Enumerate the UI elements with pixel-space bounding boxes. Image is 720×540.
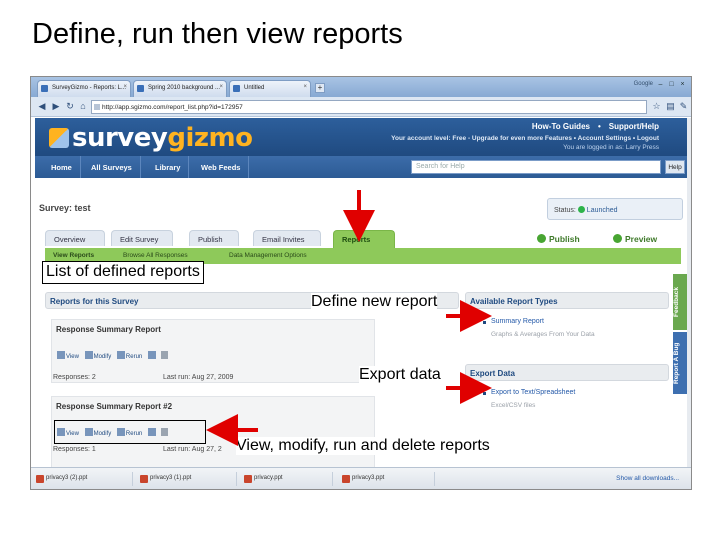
logged-in-text: You are logged in as: Larry Press	[563, 144, 659, 151]
survey-title: Survey: test	[39, 203, 91, 213]
annotation-define-new-report: Define new report	[311, 293, 438, 311]
close-icon[interactable]: ×	[219, 84, 223, 90]
show-all-downloads-link[interactable]: Show all downloads...	[616, 475, 679, 482]
ppt-file-icon	[36, 475, 44, 483]
ppt-file-icon	[342, 475, 350, 483]
browser-tab-untitled[interactable]: Untitled ×	[229, 80, 311, 97]
favicon-icon	[233, 85, 240, 92]
annotation-export-data: Export data	[359, 366, 441, 384]
survey-tabs: Overview Edit Survey Publish Email Invit…	[45, 230, 445, 248]
browser-tab-spring[interactable]: Spring 2010 background ... ×	[133, 80, 227, 97]
subnav-browse-responses[interactable]: Browse All Responses	[123, 252, 188, 259]
preview-icon	[613, 234, 622, 243]
bullet-icon	[483, 392, 486, 395]
surveygizmo-logo[interactable]: surveygizmo	[49, 123, 253, 153]
favicon-icon	[41, 85, 48, 92]
nav-library[interactable]: Library	[147, 156, 190, 178]
preview-action[interactable]: Preview	[613, 234, 657, 244]
summary-report-link[interactable]: Summary Report	[491, 318, 544, 325]
minimize-icon[interactable]: –	[656, 80, 665, 89]
download-item[interactable]: privacy3 (2).ppt	[35, 472, 133, 486]
report-bug-tab[interactable]: Report A Bug	[673, 332, 687, 394]
favicon-icon	[137, 85, 144, 92]
support-help-link[interactable]: Support/Help	[609, 122, 659, 131]
page-menu-icon[interactable]: ▤	[665, 101, 676, 112]
annotation-operations: View, modify, run and delete reports	[236, 437, 490, 455]
report-1-ops: View Modify Rerun	[57, 351, 168, 360]
report-2-last-run: Last run: Aug 27, 2	[163, 446, 222, 453]
status-box: Status: Launched	[547, 198, 683, 220]
publish-icon	[537, 234, 546, 243]
logo-icon	[49, 128, 69, 148]
header-links: How-To Guides • Support/Help	[531, 122, 659, 131]
home-icon[interactable]: ⌂	[78, 101, 88, 112]
view-button[interactable]: View	[66, 354, 79, 360]
export-data-header: Export Data	[465, 364, 669, 381]
address-bar-row: ◀ ▶ ↻ ⌂ http://app.sgizmo.com/report_lis…	[31, 97, 691, 117]
copy-icon[interactable]	[147, 351, 156, 359]
report-name[interactable]: Response Summary Report #2	[56, 402, 172, 411]
url-field[interactable]: http://app.sgizmo.com/report_list.php?id…	[91, 100, 647, 114]
close-window-icon[interactable]: ×	[678, 80, 687, 89]
ppt-file-icon	[244, 475, 252, 483]
status-dot-icon	[577, 206, 585, 213]
view-icon	[57, 351, 65, 359]
subnav-view-reports[interactable]: View Reports	[53, 252, 94, 259]
feedback-tab[interactable]: Feedback	[673, 274, 687, 330]
ppt-file-icon	[140, 475, 148, 483]
maximize-icon[interactable]: □	[667, 80, 676, 89]
account-line[interactable]: Your account level: Free - Upgrade for e…	[391, 135, 659, 142]
download-item[interactable]: privacy3.ppt	[341, 472, 435, 486]
reload-icon[interactable]: ↻	[65, 101, 75, 112]
star-icon[interactable]: ☆	[651, 101, 662, 112]
modify-button[interactable]: Modify	[94, 354, 112, 360]
publish-action[interactable]: Publish	[537, 234, 580, 244]
downloads-bar: privacy3 (2).ppt privacy3 (1).ppt privac…	[31, 467, 691, 489]
how-to-guides-link[interactable]: How-To Guides	[532, 122, 590, 131]
close-icon[interactable]: ×	[123, 84, 127, 90]
close-icon[interactable]: ×	[303, 84, 307, 90]
nav-home[interactable]: Home	[43, 156, 81, 178]
available-report-types-header: Available Report Types	[465, 292, 669, 309]
trash-icon[interactable]	[160, 351, 168, 359]
modify-icon	[84, 351, 93, 359]
export-spreadsheet-link[interactable]: Export to Text/Spreadsheet	[491, 389, 575, 396]
forward-icon[interactable]: ▶	[51, 101, 61, 112]
tab-overview[interactable]: Overview	[45, 230, 105, 246]
operations-highlight-box	[54, 420, 206, 444]
new-tab-button[interactable]: +	[315, 83, 325, 93]
annotation-list-of-reports: List of defined reports	[42, 261, 204, 284]
subnav-data-management[interactable]: Data Management Options	[229, 252, 307, 259]
window-label: Google	[633, 81, 653, 87]
rerun-button[interactable]: Rerun	[126, 354, 142, 360]
export-description: Excel/CSV files	[491, 402, 536, 409]
status-value[interactable]: Launched	[587, 207, 618, 214]
report-name[interactable]: Response Summary Report	[56, 325, 161, 334]
help-search-input[interactable]: Search for Help	[411, 160, 661, 174]
tab-publish[interactable]: Publish	[189, 230, 239, 246]
bullet-icon	[483, 321, 486, 324]
help-button[interactable]: Help	[665, 160, 685, 174]
slide-title: Define, run then view reports	[32, 18, 403, 50]
main-nav: Home All Surveys Library Web Feeds Searc…	[35, 156, 687, 178]
nav-web-feeds[interactable]: Web Feeds	[193, 156, 250, 178]
tab-reports[interactable]: Reports	[333, 230, 395, 248]
report-2-responses: Responses: 1	[53, 446, 96, 453]
browser-tab-surveygizmo[interactable]: SurveyGizmo - Reports: L... ×	[37, 80, 131, 97]
rerun-icon	[116, 351, 125, 359]
tab-edit-survey[interactable]: Edit Survey	[111, 230, 173, 246]
report-1-last-run: Last run: Aug 27, 2009	[163, 374, 234, 381]
site-header: surveygizmo How-To Guides • Support/Help Y…	[35, 118, 687, 156]
nav-all-surveys[interactable]: All Surveys	[83, 156, 141, 178]
report-1-responses: Responses: 2	[53, 374, 96, 381]
back-icon[interactable]: ◀	[37, 101, 47, 112]
tab-email-invites[interactable]: Email Invites	[253, 230, 321, 246]
wrench-icon[interactable]: ✎	[678, 101, 689, 112]
summary-report-description: Graphs & Averages From Your Data	[491, 331, 595, 338]
browser-tab-bar: SurveyGizmo - Reports: L... × Spring 2010…	[31, 77, 691, 97]
download-item[interactable]: privacy3 (1).ppt	[139, 472, 237, 486]
page-icon	[94, 104, 100, 110]
download-item[interactable]: privacy.ppt	[243, 472, 333, 486]
page-scrollbar[interactable]	[687, 118, 691, 468]
